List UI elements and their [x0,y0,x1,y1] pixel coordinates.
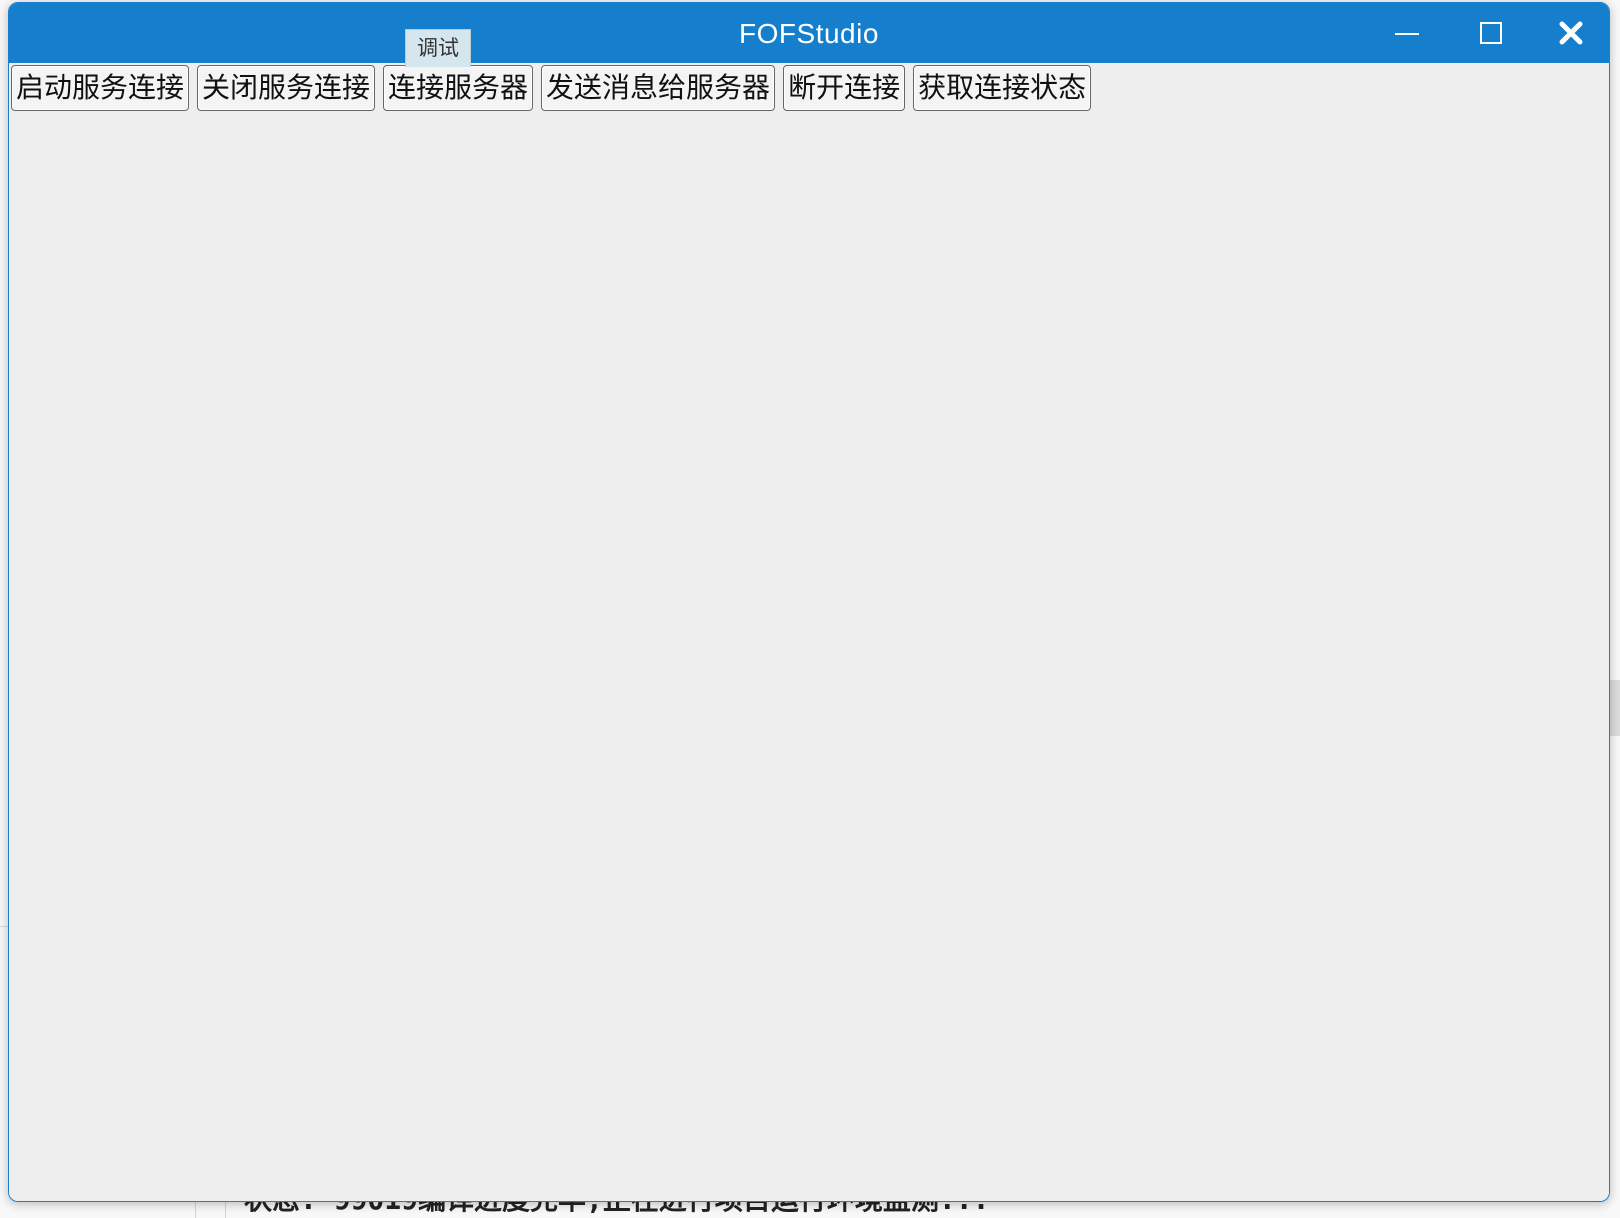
close-button[interactable] [1543,13,1599,55]
get-connection-status-button[interactable]: 获取连接状态 [913,65,1092,111]
toolbar: 启动服务连接 关闭服务连接 连接服务器 发送消息给服务器 断开连接 获取连接状态 [11,65,1092,113]
send-message-to-server-button[interactable]: 发送消息给服务器 [541,65,776,111]
maximize-icon [1480,22,1502,44]
start-service-connection-button[interactable]: 启动服务连接 [11,65,190,111]
content-area [9,113,1609,1201]
maximize-button[interactable] [1463,13,1519,55]
close-service-connection-button[interactable]: 关闭服务连接 [197,65,376,111]
window-title: FOFStudio [739,18,879,49]
title-bar[interactable]: FOFStudio [9,3,1609,63]
debug-tab[interactable]: 调试 [405,29,471,67]
backdrop-scrollbar-thumb[interactable] [1610,680,1620,736]
minimize-button[interactable] [1379,13,1435,55]
minimize-icon [1395,33,1419,35]
close-icon [1559,21,1583,45]
app-window: FOFStudio 调试 启动服务连接 关闭服务连接 连接服务器 发送消息给服务… [8,2,1610,1202]
disconnect-button[interactable]: 断开连接 [783,65,906,111]
connect-server-button[interactable]: 连接服务器 [383,65,534,111]
